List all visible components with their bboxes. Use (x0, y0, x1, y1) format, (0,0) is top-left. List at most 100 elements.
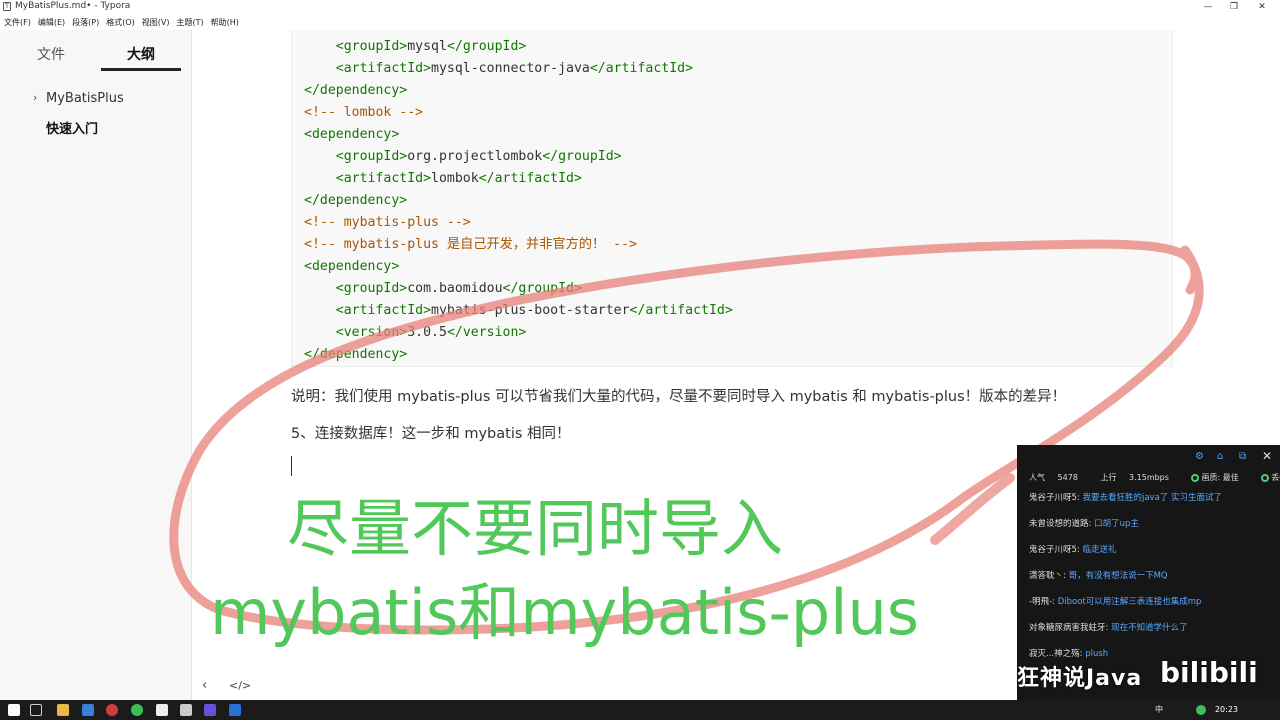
typora-app-icon: T (3, 2, 11, 11)
windows-start-icon[interactable] (8, 704, 20, 716)
chat-username[interactable]: 鬼谷子川呀5: (1029, 545, 1080, 555)
chat-toolbar: ⚙ ⌂ ⧉ ✕ (1017, 445, 1280, 467)
menu-theme[interactable]: 主题(T) (176, 17, 203, 28)
app-icon-3[interactable] (131, 704, 143, 716)
chat-text: Diboot可以用注解三表连接也集成mp (1057, 597, 1202, 607)
code-line[interactable]: <artifactId>mybatis-plus-boot-starter</a… (304, 300, 733, 322)
file-explorer-icon[interactable] (57, 704, 69, 716)
code-tag: </dependency> (304, 83, 408, 98)
source-code-toggle-icon[interactable]: </> (229, 679, 251, 692)
menu-view[interactable]: 视图(V) (142, 17, 170, 28)
code-tag: <artifactId> (335, 171, 432, 186)
menu-format[interactable]: 格式(O) (106, 17, 135, 28)
code-value: org.projectlombok (407, 149, 543, 164)
code-tag: <version> (335, 325, 408, 340)
maximize-button[interactable]: ❐ (1222, 0, 1246, 14)
chat-username[interactable]: 潇答耽丶: (1029, 571, 1066, 581)
app-icon-2[interactable] (106, 704, 118, 716)
active-tab-indicator (101, 68, 181, 71)
code-line[interactable]: <artifactId>mysql-connector-java</artifa… (304, 58, 693, 80)
menu-bar: 文件(F) 编辑(E) 段落(P) 格式(O) 视图(V) 主题(T) 帮助(H… (0, 14, 1280, 30)
chat-username[interactable]: 对象糖尿病害我蛀牙: (1029, 623, 1108, 633)
intellij-icon[interactable] (204, 704, 216, 716)
title-bar: T MyBatisPlus.md• - Typora — ❐ ✕ (0, 0, 1280, 14)
chat-username[interactable]: 寂灭...神之殇: (1029, 649, 1082, 659)
code-line[interactable]: <dependency> (304, 124, 399, 146)
tab-outline[interactable]: 大纲 (127, 44, 155, 64)
tray-app-icon[interactable] (1196, 705, 1206, 715)
channel-watermark: 狂神说Java (1017, 666, 1143, 691)
code-tag: <artifactId> (335, 61, 432, 76)
code-line[interactable]: <groupId>com.baomidou</groupId> (304, 278, 582, 300)
window-title: MyBatisPlus.md• - Typora (15, 1, 131, 11)
close-icon[interactable]: ✕ (1262, 449, 1272, 463)
code-line[interactable]: <groupId>mysql</groupId> (304, 36, 527, 58)
chat-username[interactable]: 鬼谷子川呀5: (1029, 493, 1080, 503)
lock-icon[interactable]: ⌂ (1217, 451, 1223, 462)
step5-paragraph[interactable]: 5、连接数据库！这一步和 mybatis 相同！ (291, 422, 571, 443)
code-line[interactable]: <groupId>org.projectlombok</groupId> (304, 146, 622, 168)
app-icon-5[interactable] (229, 704, 241, 716)
code-line[interactable]: </dependency> (304, 190, 407, 212)
code-value: 3.0.5 (407, 325, 447, 340)
code-value: mybatis-plus-boot-starter (431, 303, 630, 318)
outline-item-quickstart[interactable]: 快速入门 (46, 118, 98, 137)
chat-message: 未曾设想的道路: 口胡了up主 (1029, 517, 1139, 529)
app-icon-4[interactable] (180, 704, 192, 716)
code-comment: <!-- mybatis-plus 是自己开发，并非官方的！ --> (304, 237, 637, 252)
chevron-right-icon[interactable]: › (33, 91, 37, 104)
note-paragraph[interactable]: 说明：我们使用 mybatis-plus 可以节省我们大量的代码，尽量不要同时导… (291, 385, 1066, 406)
code-value: mysql-connector-java (431, 61, 590, 76)
chat-text: plush (1085, 649, 1109, 659)
popularity-label: 人气 (1029, 473, 1045, 482)
menu-help[interactable]: 帮助(H) (211, 17, 239, 28)
upload-value: 3.15mbps (1129, 473, 1169, 482)
menu-paragraph[interactable]: 段落(P) (72, 17, 99, 28)
popout-icon[interactable]: ⧉ (1239, 451, 1246, 462)
code-line[interactable]: <!-- mybatis-plus --> (304, 212, 471, 234)
code-line[interactable]: <version>3.0.5</version> (304, 322, 527, 344)
chat-message: 鬼谷子川呀5: 我要去看狂胜的java了 实习生面试了 (1029, 491, 1222, 503)
chat-message: 对象糖尿病害我蛀牙: 现在不知道学什么了 (1029, 621, 1188, 633)
menu-edit[interactable]: 编辑(E) (38, 17, 65, 28)
outline-item-mybatisplus[interactable]: MyBatisPlus (46, 91, 124, 106)
quality-label: 画质: 最佳 (1201, 473, 1239, 482)
code-line[interactable]: <artifactId>lombok</artifactId> (304, 168, 582, 190)
code-tag: </groupId> (542, 149, 622, 164)
typora-taskbar-icon[interactable] (156, 704, 168, 716)
code-block[interactable]: <groupId>mysql</groupId> <artifactId>mys… (291, 30, 1173, 367)
code-comment: <!-- mybatis-plus --> (304, 215, 471, 230)
code-value: com.baomidou (407, 281, 503, 296)
settings-icon[interactable]: ⚙ (1195, 451, 1204, 462)
tab-files[interactable]: 文件 (37, 44, 65, 64)
chat-username[interactable]: 未曾设想的道路: (1029, 519, 1091, 529)
clock[interactable]: 20:23 (1215, 705, 1238, 714)
code-line[interactable]: <!-- mybatis-plus 是自己开发，并非官方的！ --> (304, 234, 637, 256)
code-tag: </groupId> (446, 39, 527, 54)
task-view-icon[interactable] (30, 704, 42, 716)
ime-indicator[interactable]: 中 (1155, 704, 1163, 715)
drop-label: 丢帧 0.0% (1271, 473, 1280, 482)
code-tag: </artifactId> (629, 303, 733, 318)
menu-file[interactable]: 文件(F) (4, 17, 31, 28)
chat-text: 哥，有没有想法说一下MQ (1068, 571, 1168, 581)
code-line[interactable]: <!-- lombok --> (304, 102, 423, 124)
minimize-button[interactable]: — (1196, 0, 1220, 14)
close-button[interactable]: ✕ (1250, 0, 1274, 14)
app-icon-1[interactable] (82, 704, 94, 716)
code-line[interactable]: </dependency> (304, 80, 407, 102)
bilibili-logo: bilibili (1160, 656, 1258, 689)
taskbar: 中 20:23 (0, 700, 1280, 720)
back-arrow-icon[interactable]: ‹ (202, 678, 207, 693)
code-tag: <groupId> (335, 149, 408, 164)
code-tag: </artifactId> (478, 171, 582, 186)
chat-message: 鬼谷子川呀5: 临走送礼 (1029, 543, 1117, 555)
chat-username[interactable]: -明飛-: (1029, 597, 1055, 607)
code-line[interactable]: </dependency> (304, 344, 407, 366)
code-line[interactable]: <dependency> (304, 256, 399, 278)
code-tag: </dependency> (304, 193, 408, 208)
